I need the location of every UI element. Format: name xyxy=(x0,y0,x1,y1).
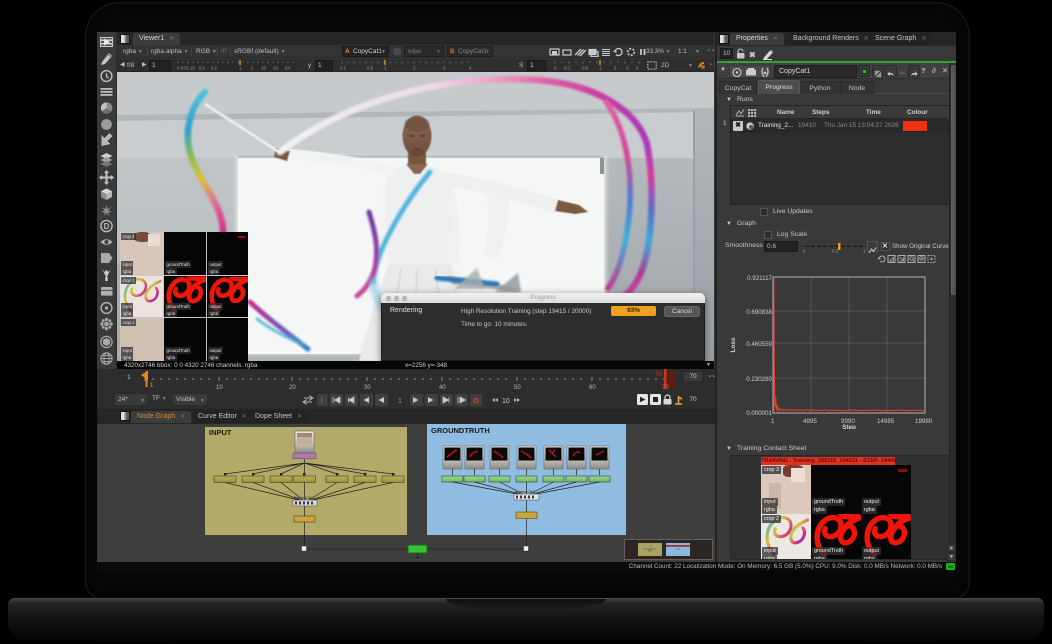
svg-text:20: 20 xyxy=(289,385,296,391)
svg-text:4995: 4995 xyxy=(803,418,817,425)
svg-text:0.230280: 0.230280 xyxy=(746,376,772,383)
svg-text:3: 3 xyxy=(626,66,629,71)
svg-text:50: 50 xyxy=(514,385,521,391)
svg-text:D: D xyxy=(104,222,110,231)
svg-text:0.5: 0.5 xyxy=(367,66,374,71)
svg-text:0.1: 0.1 xyxy=(199,66,206,71)
svg-text:Step: Step xyxy=(842,424,856,429)
svg-text:0.460559: 0.460559 xyxy=(746,341,772,348)
svg-text:20: 20 xyxy=(273,66,278,71)
svg-text:0.0 0 5.15: 0.0 0 5.15 xyxy=(177,66,195,71)
svg-text:10: 10 xyxy=(261,66,266,71)
svg-text:30: 30 xyxy=(364,385,371,391)
svg-text:10: 10 xyxy=(216,385,223,391)
svg-text:0: 0 xyxy=(554,66,557,71)
svg-text:✖: ✖ xyxy=(749,51,756,60)
svg-text:1: 1 xyxy=(599,66,602,71)
svg-text:0.000001: 0.000001 xyxy=(746,410,772,417)
svg-text:GROUNDTRUTH: GROUNDTRUTH xyxy=(431,426,490,435)
svg-text:I: I xyxy=(321,396,323,405)
svg-text:70: 70 xyxy=(655,372,662,378)
svg-text:0: 0 xyxy=(803,249,806,254)
svg-text:2: 2 xyxy=(413,66,416,71)
svg-text:4: 4 xyxy=(469,66,472,71)
svg-text:0.921117: 0.921117 xyxy=(747,275,772,282)
svg-text:0.690838: 0.690838 xyxy=(746,309,772,316)
svg-text:Loss: Loss xyxy=(730,337,737,352)
svg-text:10: 10 xyxy=(502,398,510,405)
svg-text:3: 3 xyxy=(443,66,446,71)
svg-text:1: 1 xyxy=(398,398,402,405)
svg-text:0.5: 0.5 xyxy=(832,249,839,254)
svg-text:1: 1 xyxy=(771,418,775,425)
svg-text:0.1: 0.1 xyxy=(340,66,347,71)
svg-text:0.5: 0.5 xyxy=(582,66,589,71)
svg-text:O: O xyxy=(473,396,479,405)
svg-text:INPUT: INPUT xyxy=(209,428,232,437)
svg-text:0.2: 0.2 xyxy=(211,66,218,71)
svg-text:60: 60 xyxy=(589,385,596,391)
svg-text:0.1: 0.1 xyxy=(564,66,571,71)
svg-text:AppendClip1: AppendClip1 xyxy=(294,496,314,500)
svg-text:19980: 19980 xyxy=(915,418,933,425)
svg-text:64: 64 xyxy=(285,66,290,71)
svg-text:AppendClip2: AppendClip2 xyxy=(515,490,535,494)
svg-text:2: 2 xyxy=(614,66,617,71)
svg-text:40: 40 xyxy=(439,385,446,391)
svg-text:1: 1 xyxy=(384,66,387,71)
svg-text:70: 70 xyxy=(662,385,669,391)
svg-text:14985: 14985 xyxy=(877,418,895,425)
svg-text:4: 4 xyxy=(636,66,639,71)
svg-text:1: 1 xyxy=(863,249,866,254)
